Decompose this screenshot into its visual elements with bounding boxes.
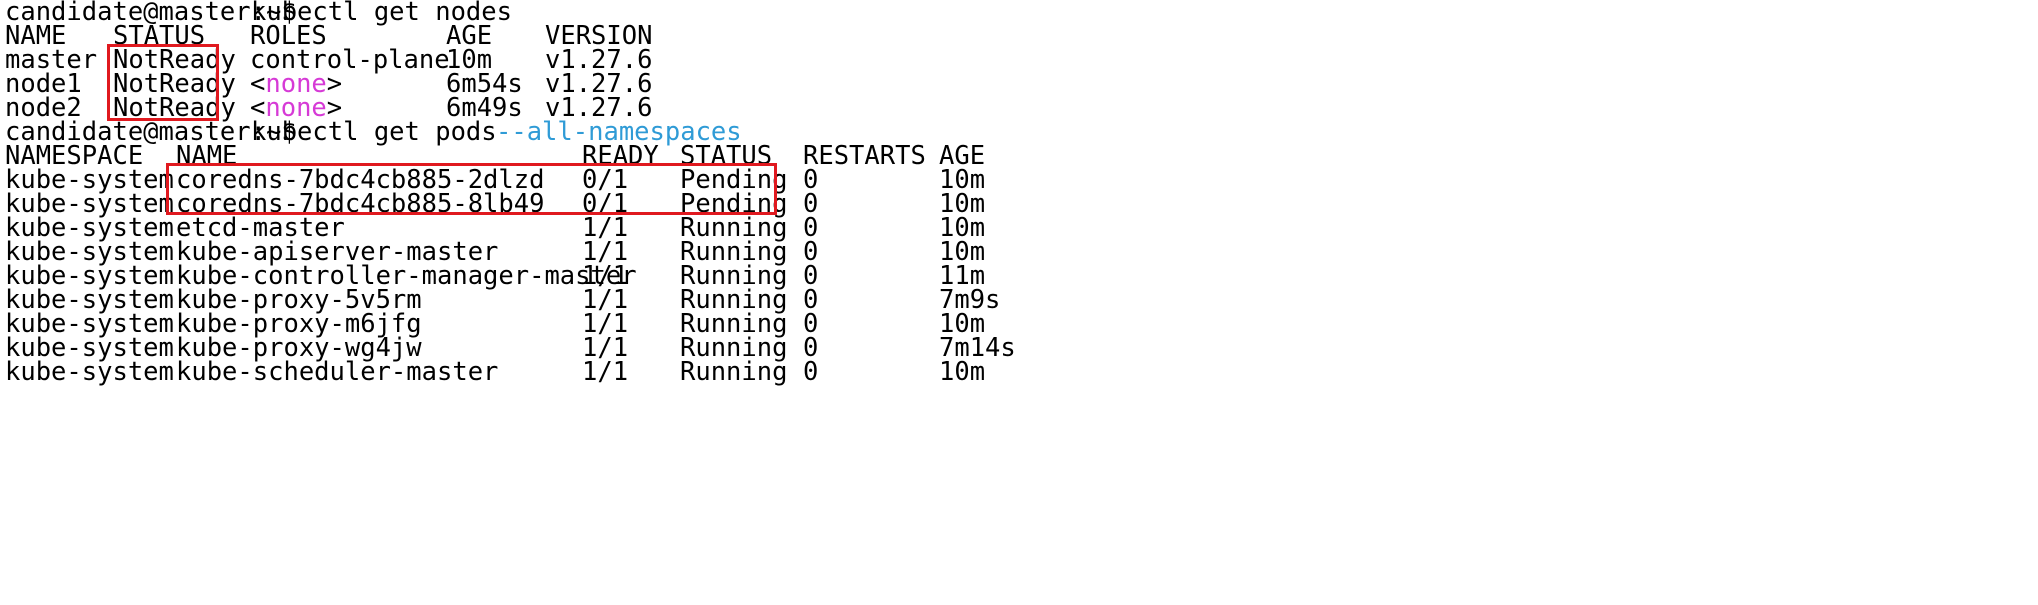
terminal-output: candidate@master:~$ kubectl get nodes NA… <box>0 0 2038 494</box>
command-text: kubectl get pods <box>251 117 497 147</box>
header-restarts: RESTARTS <box>803 141 926 171</box>
pod-row: kube-system kube-scheduler-master 1/1 Ru… <box>5 357 985 388</box>
pod-restarts: 0 <box>803 357 819 387</box>
pod-status: Running <box>680 357 788 387</box>
pod-namespace: kube-system <box>5 357 174 387</box>
pod-ready: 1/1 <box>582 357 629 387</box>
pod-age: 10m <box>939 357 986 387</box>
pod-name: kube-scheduler-master <box>176 357 499 387</box>
